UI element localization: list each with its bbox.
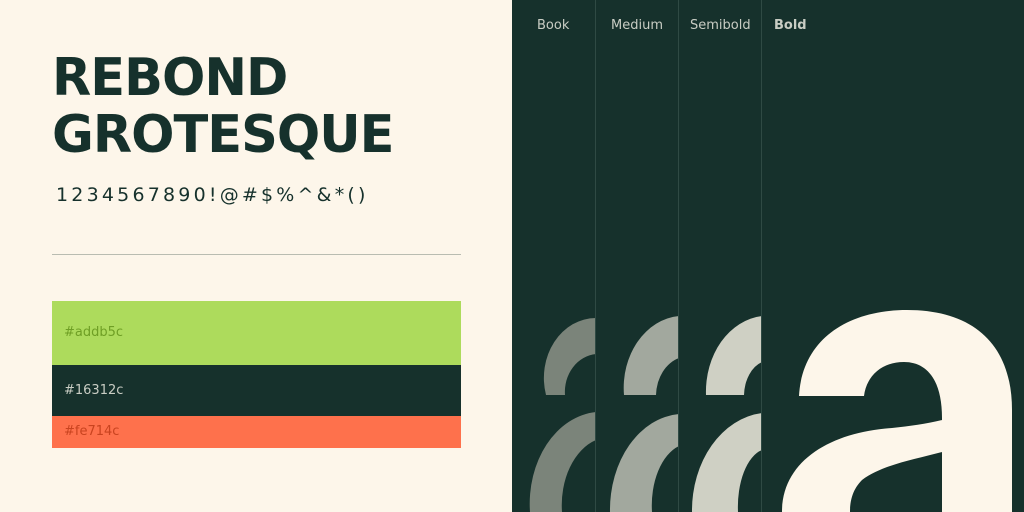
bold-glyph-a <box>782 310 1012 512</box>
weight-label-bold: Bold <box>774 18 807 33</box>
typeface-title: REBOND GROTESQUE <box>52 47 394 166</box>
column-divider <box>678 0 679 512</box>
swatch-green-label: #addb5c <box>64 325 124 340</box>
column-divider <box>761 0 762 512</box>
weight-glyph-art <box>529 310 1012 512</box>
swatch-dark-green: #16312c <box>52 365 461 416</box>
weight-label-medium: Medium <box>611 18 663 33</box>
divider-rule <box>52 254 461 255</box>
brand-sheet-left: REBOND GROTESQUE 1234567890!@#$%^&*() #a… <box>0 0 512 512</box>
swatch-orange: #fe714c <box>52 416 461 448</box>
swatch-orange-label: #fe714c <box>64 424 120 439</box>
typeface-title-line1: REBOND <box>52 47 288 109</box>
semibold-glyph <box>691 316 762 512</box>
swatch-dark-green-label: #16312c <box>64 383 124 398</box>
swatch-green: #addb5c <box>52 301 461 365</box>
medium-glyph <box>609 316 679 512</box>
book-glyph <box>529 317 596 512</box>
weights-panel: Book Medium Semibold Bold <box>512 0 1024 512</box>
weight-label-semibold: Semibold <box>690 18 751 33</box>
column-divider <box>595 0 596 512</box>
glyph-sample: 1234567890!@#$%^&*() <box>56 184 369 206</box>
weight-label-book: Book <box>537 18 570 33</box>
typeface-title-line2: GROTESQUE <box>52 105 394 166</box>
